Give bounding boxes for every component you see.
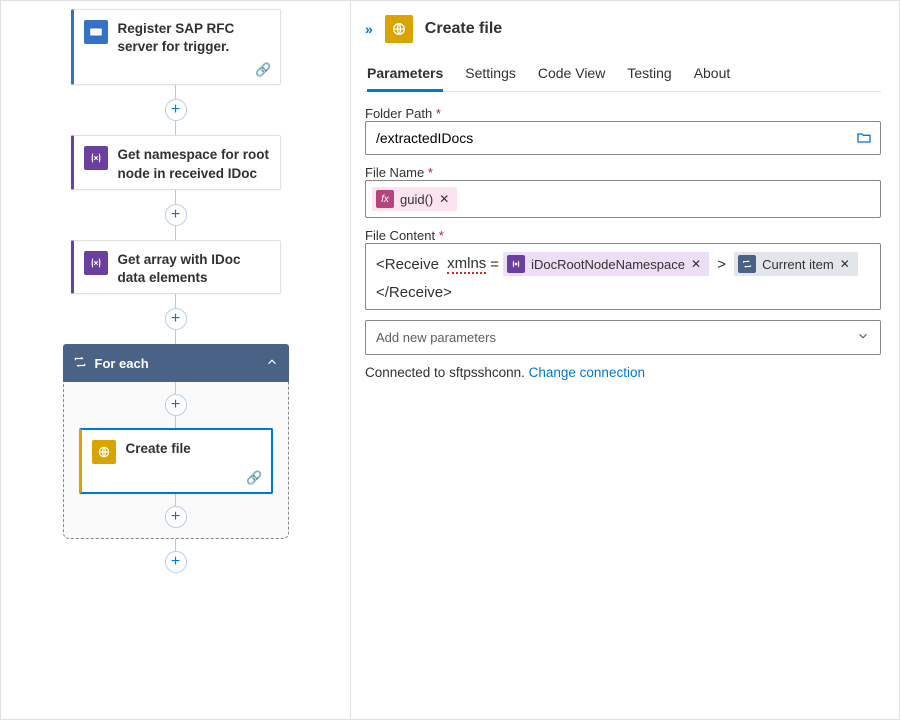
- insert-step-button[interactable]: +: [165, 204, 187, 226]
- folder-picker-button[interactable]: [848, 122, 880, 154]
- add-parameters-dropdown[interactable]: Add new parameters: [365, 320, 881, 355]
- node-get-array[interactable]: Get array with IDoc data elements: [71, 240, 281, 294]
- chip-label: iDocRootNodeNamespace: [531, 257, 685, 272]
- folder-path-input[interactable]: [366, 122, 848, 154]
- parameters-form: Folder Path * File Name * fx guid: [365, 106, 881, 380]
- connector: +: [72, 382, 280, 428]
- tab-code-view[interactable]: Code View: [538, 57, 605, 91]
- panel-header: » Create file: [365, 11, 881, 43]
- foreach-header[interactable]: For each: [63, 344, 289, 382]
- sap-icon: [84, 20, 108, 44]
- tab-testing[interactable]: Testing: [627, 57, 671, 91]
- connector: +: [72, 494, 280, 528]
- sftp-icon: [385, 15, 413, 43]
- node-title: Create file: [126, 440, 191, 458]
- link-icon: 🔗: [246, 470, 262, 485]
- variable-chip[interactable]: iDocRootNodeNamespace ✕: [503, 252, 709, 276]
- tab-parameters[interactable]: Parameters: [367, 57, 443, 91]
- connector: +: [27, 294, 324, 344]
- change-connection-link[interactable]: Change connection: [529, 365, 645, 380]
- loop-icon: [73, 355, 87, 372]
- connector: +: [27, 85, 324, 135]
- node-sap-trigger[interactable]: Register SAP RFC server for trigger. 🔗: [71, 9, 281, 85]
- file-content-label: File Content *: [365, 228, 881, 243]
- loop-icon: [738, 255, 756, 273]
- add-parameters-label: Add new parameters: [376, 330, 496, 345]
- connector: +: [27, 539, 324, 573]
- variable-icon: [84, 251, 108, 275]
- collapse-panel-button[interactable]: »: [365, 21, 373, 37]
- tab-about[interactable]: About: [694, 57, 731, 91]
- details-panel: » Create file Parameters Settings Code V…: [351, 1, 899, 719]
- insert-step-button[interactable]: +: [165, 506, 187, 528]
- file-name-input[interactable]: fx guid() ✕: [365, 180, 881, 218]
- variable-icon: [84, 146, 108, 170]
- node-get-namespace[interactable]: Get namespace for root node in received …: [71, 135, 281, 189]
- literal-text: >: [713, 256, 730, 273]
- app-root: Register SAP RFC server for trigger. 🔗 +…: [0, 0, 900, 720]
- insert-step-button[interactable]: +: [165, 99, 187, 121]
- chip-remove-button[interactable]: ✕: [840, 257, 850, 271]
- chip-remove-button[interactable]: ✕: [439, 192, 449, 206]
- literal-text: =: [490, 256, 499, 273]
- insert-step-button[interactable]: +: [165, 308, 187, 330]
- connection-name: sftpsshconn: [449, 365, 521, 380]
- node-title: Get namespace for root node in received …: [118, 146, 270, 182]
- literal-text: </Receive>: [376, 284, 452, 301]
- currentitem-chip[interactable]: Current item ✕: [734, 252, 858, 276]
- node-create-file[interactable]: Create file 🔗: [79, 428, 273, 494]
- insert-step-button[interactable]: +: [165, 394, 187, 416]
- node-title: Get array with IDoc data elements: [118, 251, 270, 287]
- panel-title: Create file: [425, 20, 502, 38]
- fx-icon: fx: [376, 190, 394, 208]
- node-title: Register SAP RFC server for trigger.: [118, 20, 270, 56]
- connection-info: Connected to sftpsshconn. Change connect…: [365, 365, 881, 380]
- connector: +: [27, 190, 324, 240]
- file-content-input[interactable]: <Receive xmlns= iDocRootNodeNamespace ✕ …: [365, 243, 881, 310]
- chevron-up-icon[interactable]: [265, 355, 279, 372]
- folder-path-label: Folder Path *: [365, 106, 881, 121]
- designer-canvas: Register SAP RFC server for trigger. 🔗 +…: [1, 1, 351, 719]
- chip-label: guid(): [400, 192, 433, 207]
- link-icon: 🔗: [255, 62, 271, 77]
- panel-tabs: Parameters Settings Code View Testing Ab…: [365, 57, 881, 92]
- file-name-label: File Name *: [365, 165, 881, 180]
- expression-chip[interactable]: fx guid() ✕: [372, 187, 457, 211]
- folder-path-row: [365, 121, 881, 155]
- variable-icon: [507, 255, 525, 273]
- literal-text: xmlns: [447, 255, 486, 274]
- foreach-container: For each + Create file 🔗: [63, 344, 289, 539]
- tab-settings[interactable]: Settings: [465, 57, 516, 91]
- insert-step-button[interactable]: +: [165, 551, 187, 573]
- foreach-title: For each: [95, 356, 149, 371]
- sftp-icon: [92, 440, 116, 464]
- literal-text: <Receive: [376, 256, 443, 273]
- chip-label: Current item: [762, 257, 834, 272]
- chevron-down-icon: [856, 329, 870, 346]
- chip-remove-button[interactable]: ✕: [691, 257, 701, 271]
